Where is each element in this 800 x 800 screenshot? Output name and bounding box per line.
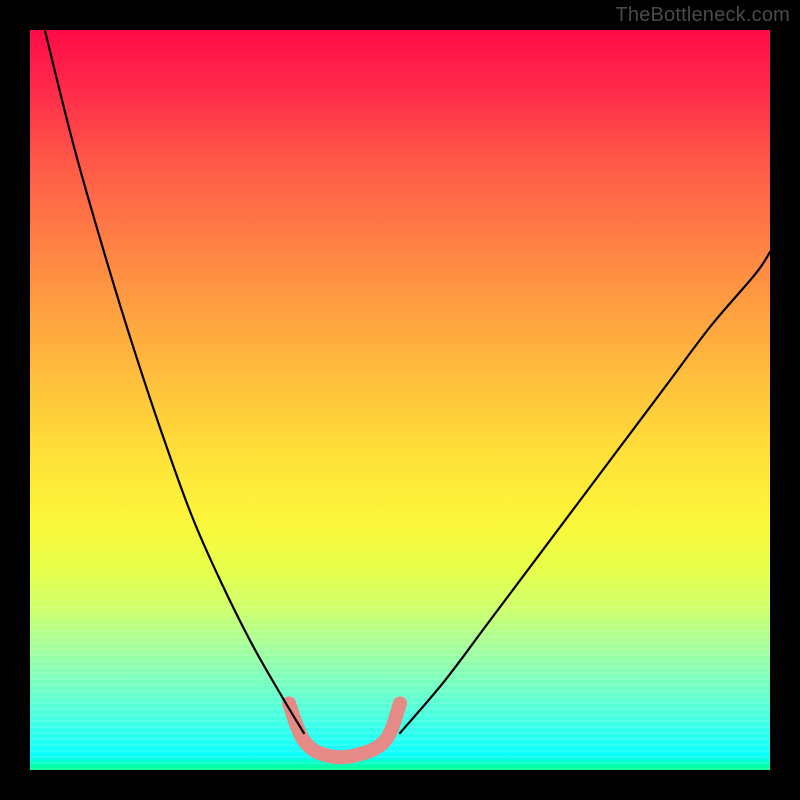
valley-overlay-path [289, 703, 400, 757]
left-arm-path [45, 30, 304, 733]
main-curves [45, 30, 770, 733]
right-arm-path [400, 252, 770, 733]
chart-frame: TheBottleneck.com [0, 0, 800, 800]
curve-layer [30, 30, 770, 770]
valley-highlight [289, 703, 400, 757]
plot-area [30, 30, 770, 770]
watermark-text: TheBottleneck.com [615, 4, 790, 27]
